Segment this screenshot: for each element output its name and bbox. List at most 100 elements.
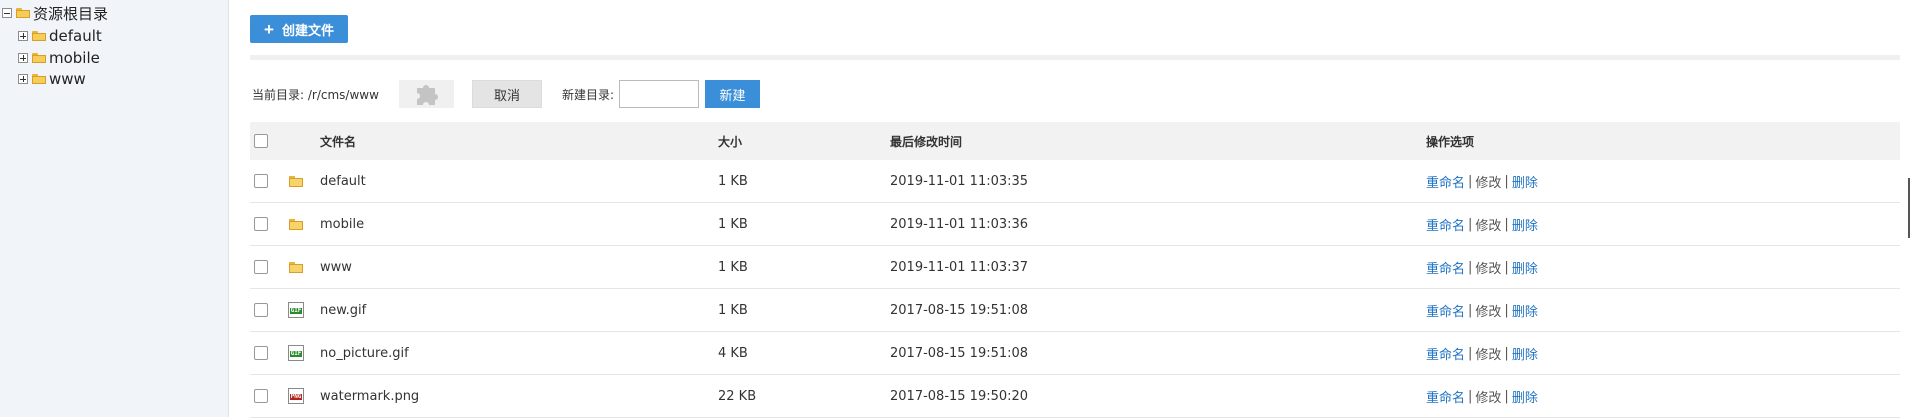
file-name[interactable]: new.gif [320, 289, 366, 331]
tree-item-mobile[interactable]: mobile [18, 48, 100, 68]
delete-link[interactable]: 删除 [1512, 344, 1538, 363]
rename-link[interactable]: 重命名 [1426, 258, 1465, 277]
divider [250, 55, 1900, 60]
edit-link[interactable]: 修改 [1475, 172, 1501, 191]
row-checkbox[interactable] [254, 217, 268, 231]
delete-link[interactable]: 删除 [1512, 387, 1538, 406]
tree-item-www[interactable]: www [18, 69, 86, 89]
create-file-button[interactable]: + 创建文件 [250, 15, 348, 43]
plus-icon: + [264, 19, 274, 39]
rename-link[interactable]: 重命名 [1426, 301, 1465, 320]
file-modified: 2019-11-01 11:03:36 [890, 216, 1029, 232]
delete-link[interactable]: 删除 [1512, 258, 1538, 277]
row-actions: 重命名 | 修改 | 删除 [1426, 375, 1538, 417]
gif-file-icon: GIF [288, 302, 304, 318]
file-modified: 2017-08-15 19:51:08 [890, 302, 1029, 318]
new-directory-input[interactable] [619, 80, 699, 108]
delete-link[interactable]: 删除 [1512, 172, 1538, 191]
separator: | [1504, 216, 1509, 232]
gif-file-icon: GIF [288, 345, 304, 361]
folder-icon [32, 74, 46, 84]
delete-link[interactable]: 删除 [1512, 215, 1538, 234]
file-name[interactable]: www [320, 246, 352, 288]
tree-item-default[interactable]: default [18, 26, 102, 46]
row-checkbox[interactable] [254, 174, 268, 188]
row-actions: 重命名 | 修改 | 删除 [1426, 203, 1538, 245]
table-header: 文件名 大小 最后修改时间 操作选项 [250, 122, 1900, 160]
current-directory: 当前目录: /r/cms/www [252, 88, 379, 102]
rename-link[interactable]: 重命名 [1426, 215, 1465, 234]
separator: | [1468, 345, 1473, 361]
row-actions: 重命名 | 修改 | 删除 [1426, 332, 1538, 374]
folder-icon [288, 173, 304, 189]
folder-icon [32, 53, 46, 63]
table-row: default 1 KB 2019-11-01 11:03:35 重命名 | 修… [250, 160, 1900, 203]
expand-icon[interactable] [18, 53, 28, 63]
row-checkbox[interactable] [254, 389, 268, 403]
upload-plugin[interactable] [399, 80, 454, 108]
file-name[interactable]: default [320, 160, 366, 202]
table-row: www 1 KB 2019-11-01 11:03:37 重命名 | 修改 | … [250, 246, 1900, 289]
collapse-icon[interactable] [2, 8, 12, 18]
tree-item-label[interactable]: www [49, 70, 86, 88]
file-size: 22 KB [718, 388, 757, 404]
expand-icon[interactable] [18, 74, 28, 84]
tree-root-label[interactable]: 资源根目录 [33, 3, 108, 24]
rename-link[interactable]: 重命名 [1426, 344, 1465, 363]
file-name[interactable]: mobile [320, 203, 364, 245]
file-size: 1 KB [718, 259, 748, 275]
expand-icon[interactable] [18, 31, 28, 41]
file-name[interactable]: watermark.png [320, 375, 419, 417]
separator: | [1468, 388, 1473, 404]
separator: | [1504, 173, 1509, 189]
new-directory-label: 新建目录: [562, 88, 615, 102]
rename-link[interactable]: 重命名 [1426, 172, 1465, 191]
delete-link[interactable]: 删除 [1512, 301, 1538, 320]
file-modified: 2017-08-15 19:50:20 [890, 388, 1029, 404]
separator: | [1468, 259, 1473, 275]
select-all-checkbox[interactable] [254, 134, 268, 148]
edit-link[interactable]: 修改 [1475, 344, 1501, 363]
file-name[interactable]: no_picture.gif [320, 332, 409, 374]
row-actions: 重命名 | 修改 | 删除 [1426, 289, 1538, 331]
table-row: PNG watermark.png 22 KB 2017-08-15 19:50… [250, 375, 1900, 418]
row-actions: 重命名 | 修改 | 删除 [1426, 246, 1538, 288]
rename-link[interactable]: 重命名 [1426, 387, 1465, 406]
folder-open-icon [16, 8, 30, 18]
edit-link[interactable]: 修改 [1475, 387, 1501, 406]
edit-link[interactable]: 修改 [1475, 301, 1501, 320]
toolbar: 当前目录: /r/cms/www 取消 新建目录: 新建 [250, 80, 1900, 110]
header-ops: 操作选项 [1426, 134, 1475, 149]
cancel-button[interactable]: 取消 [472, 80, 542, 108]
tree-root[interactable]: 资源根目录 [2, 3, 108, 23]
separator: | [1504, 259, 1509, 275]
file-size: 1 KB [718, 173, 748, 189]
table-row: GIF no_picture.gif 4 KB 2017-08-15 19:51… [250, 332, 1900, 375]
folder-icon [288, 216, 304, 232]
file-modified: 2017-08-15 19:51:08 [890, 345, 1029, 361]
edit-link[interactable]: 修改 [1475, 258, 1501, 277]
file-modified: 2019-11-01 11:03:37 [890, 259, 1029, 275]
row-checkbox[interactable] [254, 346, 268, 360]
file-size: 1 KB [718, 216, 748, 232]
header-name: 文件名 [320, 134, 357, 149]
header-modified: 最后修改时间 [890, 134, 963, 149]
scrollbar-thumb[interactable] [1908, 178, 1910, 238]
folder-icon [288, 259, 304, 275]
table-row: mobile 1 KB 2019-11-01 11:03:36 重命名 | 修改… [250, 203, 1900, 246]
separator: | [1504, 302, 1509, 318]
png-file-icon: PNG [288, 388, 304, 404]
edit-link[interactable]: 修改 [1475, 215, 1501, 234]
row-actions: 重命名 | 修改 | 删除 [1426, 160, 1538, 202]
row-checkbox[interactable] [254, 303, 268, 317]
row-checkbox[interactable] [254, 260, 268, 274]
file-manager-main: + 创建文件 当前目录: /r/cms/www 取消 新建目录: 新建 文件名 … [250, 0, 1900, 418]
tree-item-label[interactable]: mobile [49, 49, 100, 67]
separator: | [1468, 173, 1473, 189]
header-size: 大小 [718, 134, 743, 149]
separator: | [1468, 216, 1473, 232]
new-directory-button[interactable]: 新建 [705, 80, 760, 108]
tree-item-label[interactable]: default [49, 27, 102, 45]
separator: | [1468, 302, 1473, 318]
file-table: 文件名 大小 最后修改时间 操作选项 default 1 KB 2019-11-… [250, 122, 1900, 418]
